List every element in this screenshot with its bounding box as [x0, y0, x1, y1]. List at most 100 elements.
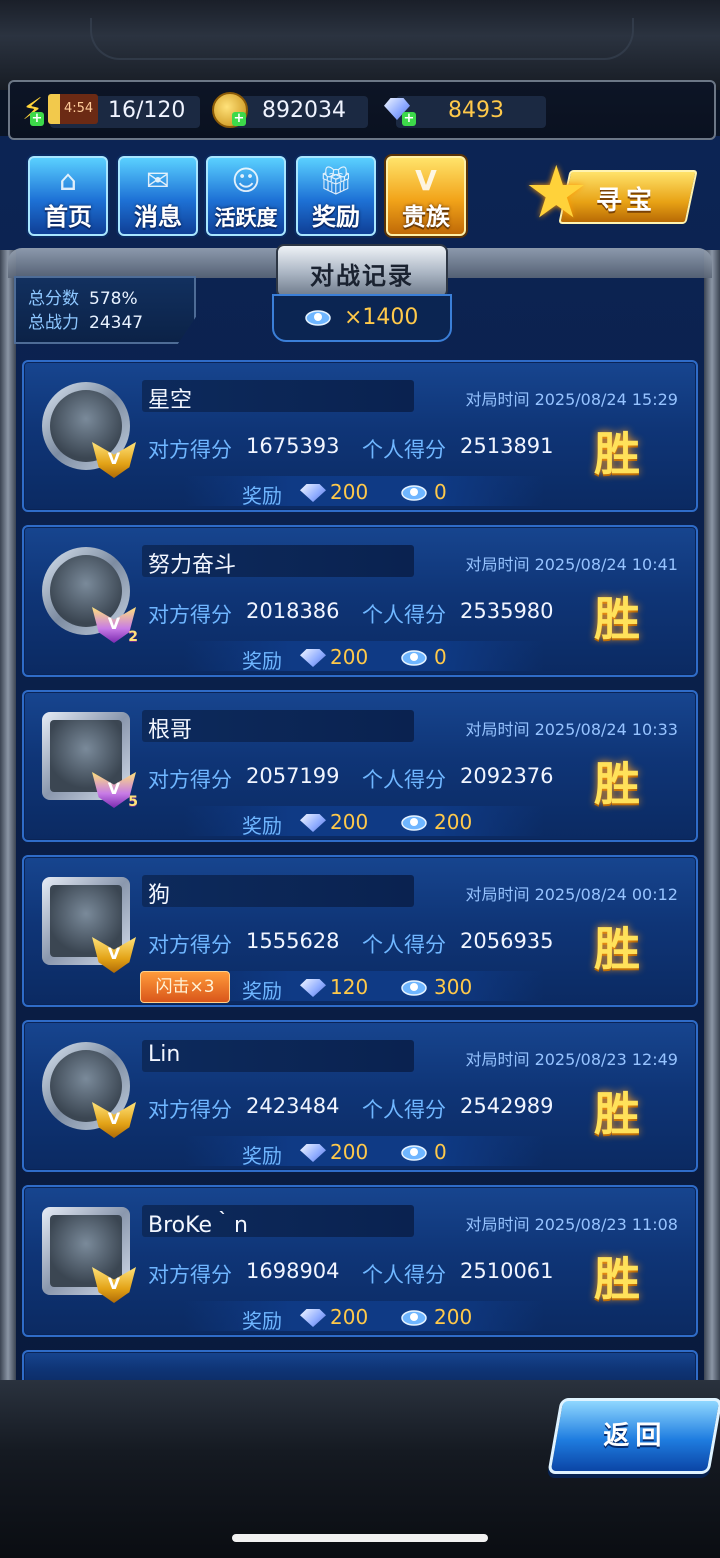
opponent-score-label: 对方得分 — [148, 933, 232, 957]
panel-title: 对战记录 — [276, 244, 448, 298]
star-jet-icon: ★ — [524, 150, 589, 234]
opponent-avatar[interactable]: V — [38, 1038, 136, 1138]
reward-label: 奖励 — [242, 649, 282, 673]
nav-messages-label: 消息 — [134, 203, 182, 231]
energy-value: 16/120 — [108, 98, 186, 123]
opponent-score-label: 对方得分 — [148, 1098, 232, 1122]
opponent-score-label: 对方得分 — [148, 768, 232, 792]
record-card[interactable]: V Lin 对局时间 2025/08/23 12:49 对方得分 2423484 个人得分… — [22, 1020, 698, 1172]
nav-home-button[interactable]: ⌂ 首页 — [28, 156, 108, 236]
back-button[interactable]: 返回 — [547, 1398, 720, 1474]
treasure-label: 寻宝 — [596, 186, 657, 216]
treasure-hunt-button[interactable]: ★ 寻宝 — [524, 156, 698, 228]
add-gold-icon[interactable]: + — [232, 112, 246, 126]
my-score-value: 2535980 — [460, 599, 554, 623]
back-label: 返回 — [603, 1421, 668, 1451]
record-card[interactable]: V 星空 对局时间 2025/08/24 15:29 对方得分 1675393 个人得分 2… — [22, 360, 698, 512]
nav-rewards-button[interactable]: 🎁︎ 奖励 — [296, 156, 376, 236]
opponent-name: 努力奋斗 — [148, 553, 237, 578]
record-card[interactable]: V 2 努力奋斗 对局时间 2025/08/24 10:41 对方得分 2018386 个人… — [22, 525, 698, 677]
opponent-avatar[interactable]: V2 — [38, 543, 138, 645]
add-energy-icon[interactable]: + — [30, 112, 44, 126]
opponent-avatar[interactable]: V5 — [38, 708, 138, 810]
my-score-value: 2542989 — [460, 1094, 554, 1118]
opponent-name: 星空 — [148, 388, 193, 413]
gold-value: 892034 — [262, 98, 346, 123]
top-frame — [0, 0, 720, 90]
drone-item-icon — [401, 485, 427, 501]
my-score-label: 个人得分 — [362, 603, 446, 627]
record-card[interactable]: V 狗 对局时间 2025/08/24 00:12 对方得分 1555628 个人得分 20… — [22, 855, 698, 1007]
panel-title-text: 对战记录 — [310, 262, 414, 290]
opponent-score-value: 2057199 — [246, 764, 340, 788]
home-icon: ⌂ — [59, 164, 77, 197]
name-bar — [142, 875, 414, 907]
match-time: 对局时间 2025/08/24 10:41 — [465, 555, 678, 574]
opponent-avatar[interactable]: V — [38, 873, 136, 973]
win-result: 胜 — [594, 757, 640, 811]
avatar-image — [50, 885, 122, 957]
total-score-row: 总分数 578% — [28, 284, 138, 309]
gift-icon: 🎁︎ — [318, 164, 354, 197]
reward-label: 奖励 — [242, 484, 282, 508]
nav-activity-button[interactable]: ☺ 活跃度 — [206, 156, 286, 236]
flash-strike-badge: 闪击×3 — [140, 971, 230, 1003]
vip-emblem-icon: V — [415, 164, 437, 197]
my-score-value: 2513891 — [460, 434, 554, 458]
opponent-score-label: 对方得分 — [148, 1263, 232, 1287]
smiley-icon: ☺ — [231, 164, 261, 197]
cost-indicator: ×1400 — [272, 294, 452, 342]
cost-value: ×1400 — [344, 305, 419, 330]
my-score-value: 2092376 — [460, 764, 554, 788]
drone-item-icon — [305, 310, 331, 326]
stats-box: 总分数 578% 总战力 24347 — [14, 276, 196, 344]
avatar-image — [50, 1215, 122, 1287]
match-time: 对局时间 2025/08/23 12:49 — [465, 1050, 678, 1069]
reward-items: 0 — [434, 1140, 447, 1164]
diamond-value: 8493 — [448, 98, 504, 123]
opponent-name: 根哥 — [148, 718, 193, 743]
reward-diamonds: 200 — [330, 480, 369, 504]
nav-messages-button[interactable]: ✉ 消息 — [118, 156, 198, 236]
nav-noble-button[interactable]: V 贵族 — [386, 156, 466, 236]
opponent-avatar[interactable]: V — [38, 1203, 136, 1303]
avatar-image — [50, 390, 122, 462]
drone-item-icon — [401, 980, 427, 996]
win-result: 胜 — [594, 1252, 640, 1306]
add-diamond-icon[interactable]: + — [402, 112, 416, 126]
reward-label: 奖励 — [242, 814, 282, 838]
vip-rank-number: 2 — [128, 629, 138, 645]
vip-rank-number: 5 — [128, 794, 138, 810]
my-score-label: 个人得分 — [362, 933, 446, 957]
reward-items: 200 — [434, 810, 473, 834]
win-result: 胜 — [594, 1087, 640, 1141]
reward-diamonds: 120 — [330, 975, 369, 999]
total-score-label: 总分数 — [28, 289, 79, 309]
opponent-name: 狗 — [148, 883, 171, 908]
total-power-label: 总战力 — [28, 313, 79, 333]
nav-activity-label: 活跃度 — [214, 206, 278, 230]
record-card[interactable]: V 5 根哥 对局时间 2025/08/24 10:33 对方得分 2057199 个人得分… — [22, 690, 698, 842]
reward-diamonds: 200 — [330, 810, 369, 834]
avatar-image — [50, 1050, 122, 1122]
reward-items: 0 — [434, 480, 447, 504]
drone-item-icon — [401, 815, 427, 831]
opponent-score-value: 2423484 — [246, 1094, 340, 1118]
left-frame — [0, 250, 16, 1390]
reward-items: 0 — [434, 645, 447, 669]
reward-label: 奖励 — [242, 979, 282, 1003]
avatar-image — [50, 555, 122, 627]
energy-timer: 4:54 — [48, 94, 98, 124]
record-card[interactable]: V BroKe｀n 对局时间 2025/08/23 11:08 对方得分 1698904… — [22, 1185, 698, 1337]
opponent-name: BroKe｀n — [148, 1213, 248, 1238]
win-result: 胜 — [594, 427, 640, 481]
opponent-avatar[interactable]: V — [38, 378, 136, 478]
nav-noble-label: 贵族 — [402, 203, 450, 231]
home-indicator[interactable] — [232, 1534, 488, 1542]
drone-item-icon — [401, 1145, 427, 1161]
my-score-label: 个人得分 — [362, 1263, 446, 1287]
my-score-label: 个人得分 — [362, 768, 446, 792]
match-time: 对局时间 2025/08/24 15:29 — [465, 390, 678, 409]
my-score-value: 2510061 — [460, 1259, 554, 1283]
my-score-label: 个人得分 — [362, 1098, 446, 1122]
